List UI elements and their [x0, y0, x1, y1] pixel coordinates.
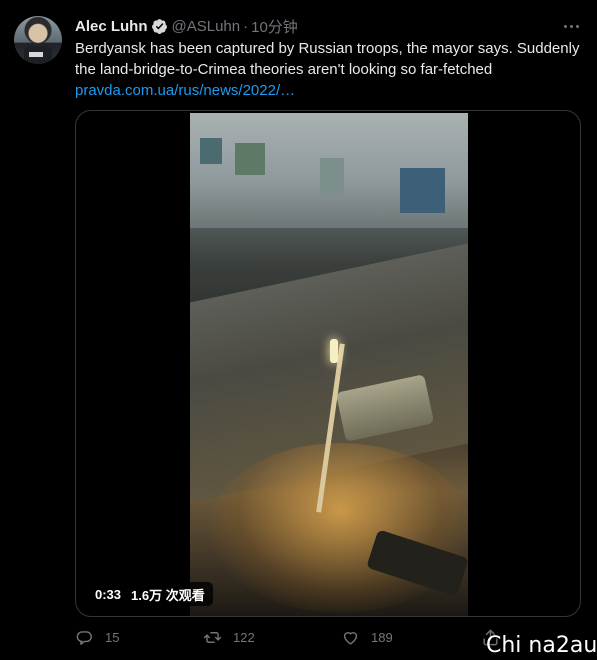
tweet[interactable]: Alec Luhn @ASLuhn · 10分钟 Berdyansk has b… — [0, 0, 597, 660]
retweet-button[interactable]: 122 — [203, 628, 255, 647]
like-button[interactable]: 189 — [341, 628, 393, 647]
retweet-count: 122 — [233, 630, 255, 645]
video-player[interactable] — [75, 110, 581, 617]
video-duration: 0:33 — [95, 586, 122, 602]
video-frame — [190, 113, 468, 616]
street-lamp — [330, 339, 338, 363]
building-window — [235, 143, 265, 175]
video-views: 1.6万 次观看 — [131, 587, 205, 603]
watermark: Chi na2au — [486, 633, 597, 658]
building-window — [400, 168, 445, 213]
more-dots-icon[interactable] — [561, 16, 581, 36]
article-link[interactable]: pravda.com.ua/rus/news/2022/… — [75, 80, 585, 101]
tweet-text: Berdyansk has been captured by Russian t… — [75, 38, 585, 101]
reply-count: 15 — [105, 630, 120, 645]
avatar-press-tag — [29, 52, 43, 57]
avatar[interactable] — [14, 16, 62, 64]
video-info-badge: 0:33 1.6万 次观看 — [87, 582, 213, 606]
retweet-icon — [203, 632, 222, 643]
tweet-time[interactable]: 10分钟 — [251, 16, 298, 37]
reply-button[interactable]: 15 — [75, 628, 119, 647]
like-count: 189 — [371, 630, 393, 645]
verified-badge-icon — [151, 18, 167, 34]
tweet-text-line2: the land-bridge-to-Crimea theories aren'… — [75, 61, 493, 78]
separator-dot: · — [243, 17, 249, 35]
tweet-header: Alec Luhn @ASLuhn · 10分钟 — [75, 16, 298, 36]
author-name[interactable]: Alec Luhn — [75, 18, 148, 35]
author-handle[interactable]: @ASLuhn — [172, 18, 241, 35]
building-window — [320, 158, 344, 196]
heart-icon — [343, 632, 358, 645]
reply-icon — [76, 631, 92, 645]
tweet-text-line1: Berdyansk has been captured by Russian t… — [75, 40, 580, 57]
building-window — [200, 138, 222, 164]
